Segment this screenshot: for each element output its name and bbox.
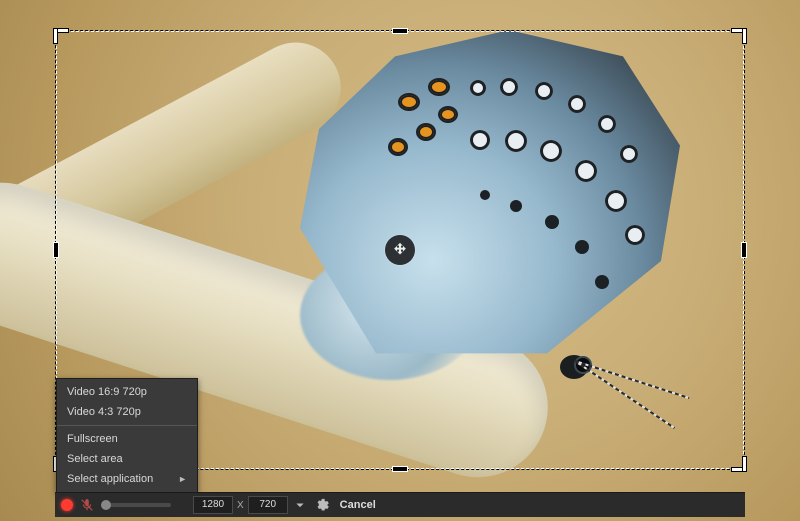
menu-item-select-area[interactable]: Select area <box>57 449 197 469</box>
menu-item-video-169[interactable]: Video 16:9 720p <box>57 382 197 402</box>
record-button[interactable] <box>61 499 73 511</box>
move-handle[interactable] <box>385 235 415 265</box>
resize-handle-top-right[interactable] <box>732 29 746 43</box>
gear-icon <box>315 498 329 512</box>
preset-dropdown-button[interactable] <box>292 497 308 513</box>
dimensions-group: 1280 X 720 <box>193 496 308 514</box>
height-input[interactable]: 720 <box>248 496 288 514</box>
width-input[interactable]: 1280 <box>193 496 233 514</box>
settings-button[interactable] <box>314 497 330 513</box>
resize-handle-top-left[interactable] <box>54 29 68 43</box>
menu-item-label: Select application <box>67 473 153 485</box>
move-icon <box>392 242 408 258</box>
cancel-button[interactable]: Cancel <box>340 499 376 511</box>
dimension-separator: X <box>237 500 244 511</box>
resize-handle-bottom-right[interactable] <box>732 457 746 471</box>
menu-separator <box>57 425 197 426</box>
resize-handle-top[interactable] <box>393 29 407 33</box>
capture-preset-menu: Video 16:9 720p Video 4:3 720p Fullscree… <box>56 378 198 493</box>
chevron-down-icon <box>293 498 307 512</box>
menu-item-video-43[interactable]: Video 4:3 720p <box>57 402 197 422</box>
menu-item-fullscreen[interactable]: Fullscreen <box>57 429 197 449</box>
slider-knob[interactable] <box>101 500 111 510</box>
screen-recorder-overlay: Video 16:9 720p Video 4:3 720p Fullscree… <box>0 0 800 521</box>
submenu-arrow-icon: ► <box>178 474 187 484</box>
resize-handle-bottom[interactable] <box>393 467 407 471</box>
microphone-volume-slider[interactable] <box>101 503 171 507</box>
microphone-muted-icon <box>80 498 94 512</box>
menu-item-select-application[interactable]: Select application ► <box>57 469 197 489</box>
recorder-toolbar: 1280 X 720 Cancel <box>55 492 745 517</box>
resize-handle-right[interactable] <box>742 243 746 257</box>
resize-handle-left[interactable] <box>54 243 58 257</box>
microphone-toggle[interactable] <box>79 497 95 513</box>
